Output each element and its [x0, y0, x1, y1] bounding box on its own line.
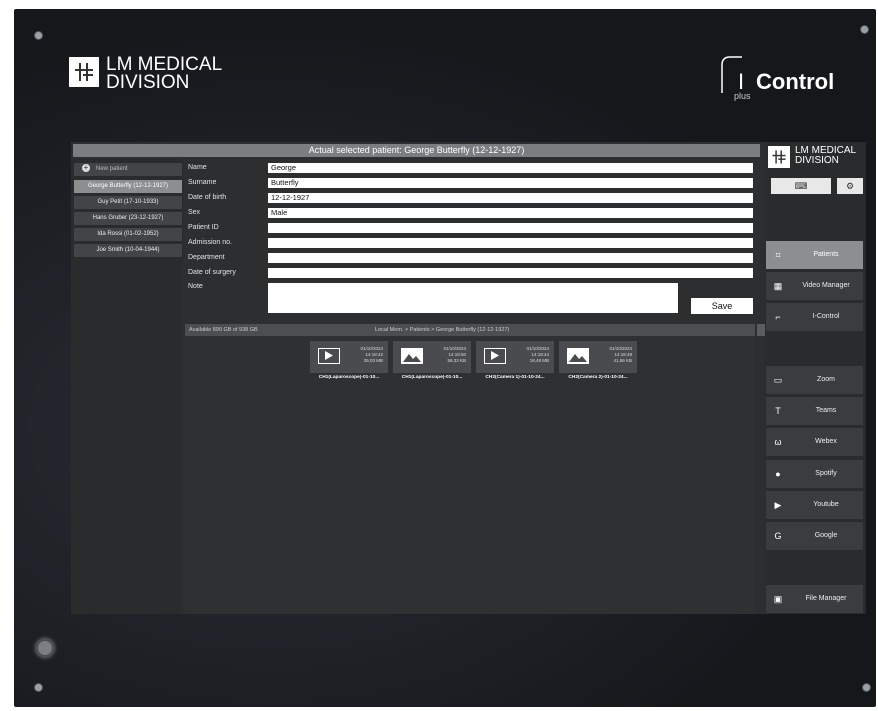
file-tile[interactable]: 01/10/2024 14:18:50 59,33 KB CH1(Laparosco… [393, 341, 471, 381]
file-name: CH1(Laparoscope)-01-10... [401, 375, 463, 380]
menu-google[interactable]: G Google [766, 522, 863, 550]
file-meta: 01/10/2024 14:18:44 18,48 MB [526, 346, 549, 363]
file-tile[interactable]: 01/10/2024 14:18:42 35,03 MB CH1(Laparosco… [310, 341, 388, 381]
storage-path-bar: Available 890 GB of 938 GB Local Mem. > … [185, 324, 775, 336]
keyboard-icon[interactable]: ⌨ [771, 178, 831, 194]
field-label-surname: Surname [188, 179, 217, 186]
menu-i-control[interactable]: ⌐ I-Control [766, 303, 863, 331]
note-field[interactable] [268, 283, 678, 313]
image-icon [567, 348, 589, 364]
file-meta: 01/10/2024 14:18:50 59,33 KB [443, 346, 466, 363]
video-icon [484, 348, 506, 364]
patient-id-field[interactable] [268, 223, 753, 233]
file-thumb: 01/10/2024 14:18:48 41,56 KB [559, 341, 637, 373]
screw [34, 683, 43, 692]
field-label-sex: Sex [188, 209, 201, 216]
menu-webex[interactable]: ω Webex [766, 428, 863, 456]
new-patient-button[interactable]: + New patient [74, 163, 182, 176]
company-logo-text: LM MEDICAL DIVISION [106, 54, 223, 94]
patients-icon: ⌗ [775, 250, 781, 260]
file-name: CH2(Camera 1)-01-10-24... [485, 375, 545, 380]
icontrol-logo: I Control plus [720, 55, 850, 105]
video-icon [318, 348, 340, 364]
company-logo-text: LM MEDICAL DIVISION [795, 145, 857, 166]
teams-icon: T [775, 406, 781, 416]
breadcrumb: Local Mem. > Patients > George Butterfly… [375, 327, 510, 333]
screw [860, 25, 869, 34]
storage-available: Available 890 GB of 938 GB [189, 327, 258, 333]
field-label-patient-id: Patient ID [188, 224, 219, 231]
image-icon [401, 348, 423, 364]
settings-icon[interactable]: ⚙ [837, 178, 863, 194]
file-browser: 01/10/2024 14:18:42 35,03 MB CH1(Laparosco… [185, 336, 755, 614]
plus-icon: + [82, 163, 90, 173]
field-label-note: Note [188, 283, 203, 290]
side-menu: LM MEDICAL DIVISION ⌨ ⚙ ⌗ Patients ▦ Video… [765, 142, 866, 614]
patient-list: + New patient George Butterfly (12-12-192… [71, 159, 183, 614]
grid-icon: ▦ [773, 281, 783, 291]
lm-logo-icon [69, 57, 99, 87]
date-of-surgery-field[interactable] [268, 268, 753, 278]
file-meta: 01/10/2024 14:18:48 41,56 KB [609, 346, 632, 363]
file-tile[interactable]: 01/10/2024 14:18:44 18,48 MB CH2(Camera 1)… [476, 341, 554, 381]
youtube-icon: ▶ [774, 500, 782, 510]
camera-icon: ▭ [773, 375, 783, 385]
patient-item[interactable]: Joe Smith (10-04-1944) [74, 244, 182, 257]
field-label-admission: Admission no. [188, 239, 232, 246]
menu-file-manager[interactable]: ▣ File Manager [766, 585, 863, 613]
lm-logo-icon [768, 146, 790, 168]
webex-icon: ω [774, 437, 782, 447]
menu-teams[interactable]: T Teams [766, 397, 863, 425]
surname-field[interactable]: Butterfly [268, 178, 753, 188]
power-led [36, 639, 54, 657]
spotify-icon: ● [775, 469, 781, 479]
menu-zoom[interactable]: ▭ Zoom [766, 366, 863, 394]
patient-item[interactable]: George Butterfly (12-12-1927) [74, 180, 182, 193]
file-name: CH1(Laparoscope)-01-10... [318, 375, 380, 380]
field-label-department: Department [188, 254, 225, 261]
file-manager-icon: ▣ [773, 594, 783, 604]
name-field[interactable]: George [268, 163, 753, 173]
admission-no-field[interactable] [268, 238, 753, 248]
field-label-name: Name [188, 164, 207, 171]
date-of-birth-field[interactable]: 12-12-1927 [268, 193, 753, 203]
menu-youtube[interactable]: ▶ Youtube [766, 491, 863, 519]
screw [34, 31, 43, 40]
file-thumb: 01/10/2024 14:18:42 35,03 MB [310, 341, 388, 373]
icontrol-icon: ⌐ [775, 312, 781, 322]
field-label-dob: Date of birth [188, 194, 227, 201]
menu-spotify[interactable]: ● Spotify [766, 460, 863, 488]
file-tile[interactable]: 01/10/2024 14:18:48 41,56 KB CH2(Camera 2)… [559, 341, 637, 381]
file-meta: 01/10/2024 14:18:42 35,03 MB [360, 346, 383, 363]
menu-video-manager[interactable]: ▦ Video Manager [766, 272, 863, 300]
main-app-window: Actual selected patient: George Butterfl… [71, 142, 866, 614]
menu-patients[interactable]: ⌗ Patients [766, 241, 863, 269]
screw [862, 683, 871, 692]
google-icon: G [774, 531, 782, 541]
patient-item[interactable]: Ida Rossi (01-02-1952) [74, 228, 182, 241]
patient-item[interactable]: Guy Petit (17-10-1933) [74, 196, 182, 209]
department-field[interactable] [268, 253, 753, 263]
file-thumb: 01/10/2024 14:18:44 18,48 MB [476, 341, 554, 373]
device-panel: LM MEDICAL DIVISION I Control plus Actua… [14, 9, 876, 707]
save-button[interactable]: Save [691, 298, 753, 314]
sex-field[interactable]: Male [268, 208, 753, 218]
patient-item[interactable]: Hans Gruber (23-12-1927) [74, 212, 182, 225]
field-label-surgery-date: Date of surgery [188, 269, 236, 276]
selected-patient-header: Actual selected patient: George Butterfl… [73, 144, 760, 157]
file-name: CH2(Camera 2)-01-10-24... [568, 375, 628, 380]
file-thumb: 01/10/2024 14:18:50 59,33 KB [393, 341, 471, 373]
